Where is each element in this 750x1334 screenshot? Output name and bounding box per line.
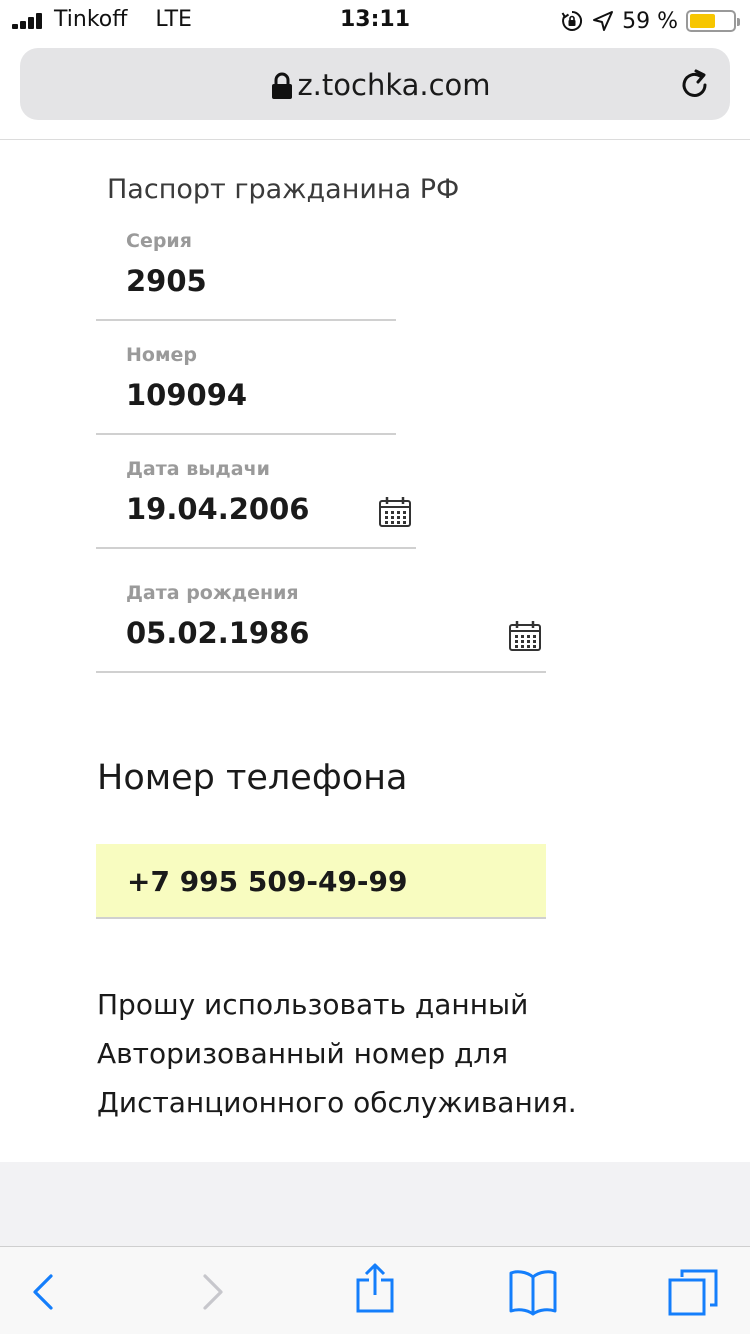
birth-date-label: Дата рождения: [126, 582, 299, 604]
passport-section-title: Паспорт гражданина РФ: [107, 174, 460, 205]
bookmarks-icon[interactable]: [508, 1267, 558, 1317]
phone-section-title: Номер телефона: [97, 758, 408, 798]
consent-line: Авторизованный номер для: [97, 1037, 509, 1070]
back-icon[interactable]: [20, 1267, 70, 1317]
consent-line: Прошу использовать данный: [97, 988, 529, 1021]
number-input[interactable]: 109094: [126, 378, 247, 412]
phone-field[interactable]: +7 995 509-49-99: [96, 844, 546, 919]
reload-icon[interactable]: [678, 68, 712, 102]
status-right: 59 %: [560, 7, 740, 35]
series-label: Серия: [126, 230, 192, 252]
url-text[interactable]: z.tochka.com: [20, 68, 730, 102]
issue-date-label: Дата выдачи: [126, 458, 270, 480]
forward-icon[interactable]: [188, 1267, 238, 1317]
consent-text: Прошу использовать данный Авторизованный…: [97, 980, 657, 1127]
browser-toolbar: [0, 1246, 750, 1334]
page-footer-area: [0, 1162, 750, 1246]
tabs-icon[interactable]: [668, 1267, 718, 1317]
orientation-lock-icon: [561, 10, 583, 31]
phone-input[interactable]: +7 995 509-49-99: [127, 865, 408, 898]
address-bar[interactable]: z.tochka.com: [20, 48, 730, 120]
battery-percent: 59 %: [622, 8, 678, 34]
location-icon: [593, 11, 614, 31]
divider: [0, 139, 750, 140]
series-field[interactable]: Серия 2905: [96, 224, 396, 321]
number-field[interactable]: Номер 109094: [96, 338, 396, 435]
issue-date-field[interactable]: Дата выдачи 19.04.2006: [96, 452, 416, 549]
status-bar: Tinkoff LTE 13:11 59 %: [0, 0, 750, 40]
calendar-icon[interactable]: [508, 620, 542, 652]
birth-date-field[interactable]: Дата рождения 05.02.1986: [96, 576, 546, 673]
consent-line: Дистанционного обслуживания.: [97, 1086, 577, 1119]
calendar-icon[interactable]: [378, 496, 412, 528]
number-label: Номер: [126, 344, 197, 366]
issue-date-input[interactable]: 19.04.2006: [126, 492, 309, 526]
series-input[interactable]: 2905: [126, 264, 207, 298]
share-icon[interactable]: [350, 1263, 400, 1313]
birth-date-input[interactable]: 05.02.1986: [126, 616, 309, 650]
battery-icon: [686, 10, 740, 32]
